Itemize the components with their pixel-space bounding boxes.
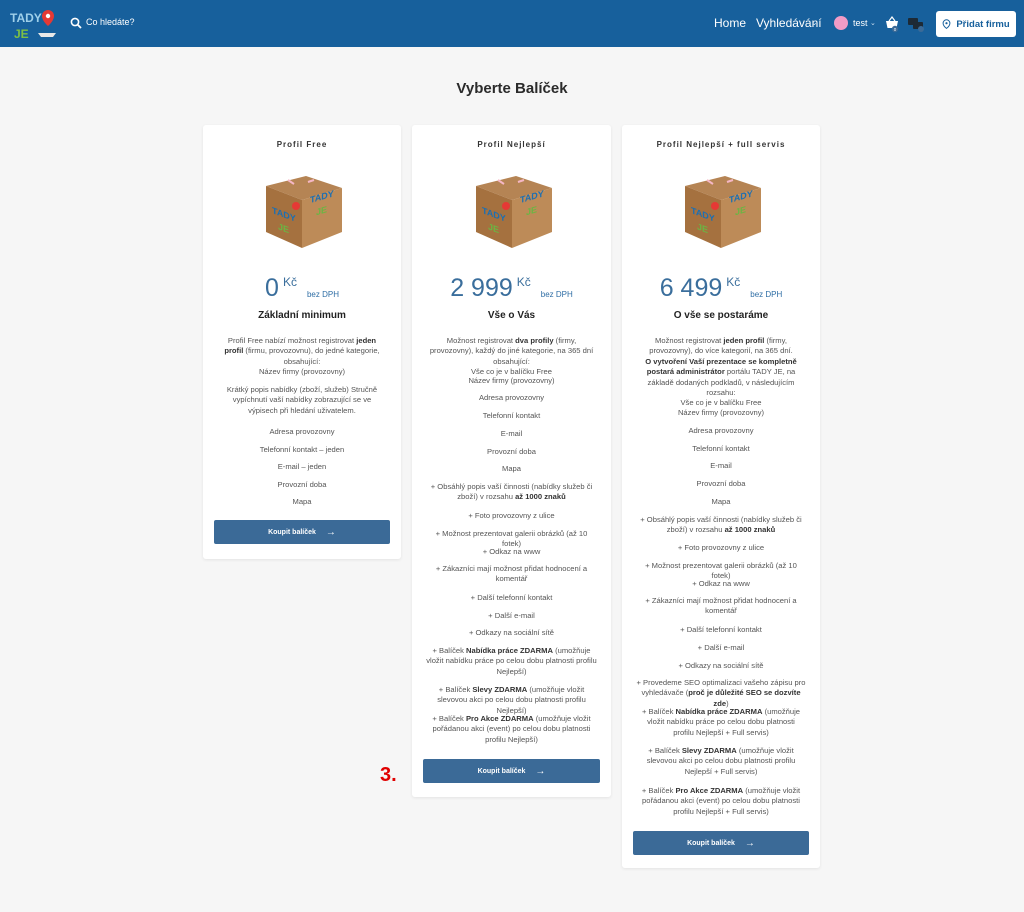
feature-item: Mapa [711, 497, 731, 506]
package-intro: Možnost registrovat jeden profil (firmy,… [645, 336, 797, 408]
price-row: 2 999 Kč bez DPH [412, 273, 611, 303]
feature-item: + Odkaz na www [482, 547, 541, 556]
feature-item: E-mail [500, 429, 523, 438]
package-title: Profil Nejlepší [477, 140, 546, 149]
arrow-right-icon: → [325, 526, 336, 538]
feature-item: + Foto provozovny z ulice [468, 511, 555, 520]
feature-item: Provozní doba [696, 479, 746, 488]
nav-home-link[interactable]: Home [714, 16, 746, 30]
feature-item: + Obsáhlý popis vaší činnosti (nabídky s… [430, 482, 593, 502]
price-row: 0 Kč bez DPH [203, 273, 401, 303]
price-currency: Kč [282, 275, 297, 289]
price-value: 0 [265, 274, 279, 302]
package-subtitle: Základní minimum [258, 310, 346, 321]
feature-item: + Zákazníci mají možnost přidat hodnocen… [645, 596, 797, 616]
package-card-free: Profil Free TADY JE TADY JE 0 Kč bez DPH… [203, 125, 401, 559]
buy-button-label: Koupit balíček [687, 839, 735, 847]
add-company-button[interactable]: Přidat firmu [936, 11, 1016, 37]
user-avatar[interactable] [834, 16, 848, 30]
page-title: Vyberte Balíček [456, 80, 568, 97]
feature-item: + Další e-mail [697, 643, 745, 652]
map-pin-icon [942, 19, 951, 29]
logo-text-top: TADY [10, 11, 42, 25]
feature-item: + Provedeme SEO optimalizaci vašeho zápi… [636, 678, 806, 708]
price-value: 2 999 [450, 274, 513, 302]
price-vat-note: bez DPH [750, 290, 783, 299]
top-navbar: TADY JE Co hledáte? Home Vyhledávání ⌄ t… [0, 0, 1024, 47]
package-intro: Možnost registrovat dva profily (firmy, … [429, 336, 594, 377]
feature-item: + Balíček Pro Akce ZDARMA (umožňuje vlož… [641, 786, 801, 816]
basket-icon[interactable]: 0 [884, 15, 900, 33]
feature-item: Telefonní kontakt – jeden [259, 445, 345, 454]
price-currency: Kč [516, 275, 531, 289]
buy-package-button[interactable]: Koupit balíček → [214, 520, 390, 544]
package-card-full-service: Profil Nejlepší + full servis TADY JE TA… [622, 125, 820, 868]
feature-item: + Odkaz na www [692, 579, 750, 588]
package-subtitle: Vše o Vás [487, 310, 536, 321]
feature-item: + Balíček Pro Akce ZDARMA (umožňuje vlož… [432, 714, 591, 744]
feature-item: Mapa [502, 464, 521, 473]
add-company-label: Přidat firmu [956, 18, 1010, 30]
chevron-down-icon: ⌄ [811, 18, 818, 27]
feature-item: Provozní doba [277, 480, 327, 489]
feature-item: + Odkazy na sociální sítě [678, 661, 764, 670]
package-intro: Profil Free nabízí možnost registrovat j… [224, 336, 380, 377]
search-icon[interactable] [70, 17, 82, 29]
feature-item: + Další telefonní kontakt [470, 593, 553, 602]
feature-item: E-mail [710, 461, 732, 470]
feature-item: + Další telefonní kontakt [680, 625, 762, 634]
feature-item: + Další e-mail [488, 611, 535, 620]
package-card-best: Profil Nejlepší TADY JE TADY JE 2 999 Kč… [412, 125, 611, 797]
arrow-right-icon: → [744, 837, 755, 849]
buy-button-label: Koupit balíček [268, 528, 316, 536]
feature-item: Adresa provozovny [269, 427, 335, 436]
package-box-image: TADY JE TADY JE [266, 176, 342, 248]
feature-item: Telefonní kontakt [482, 411, 541, 420]
feature-item: + Odkazy na sociální sítě [468, 628, 555, 637]
feature-item: + Obsáhlý popis vaší činnosti (nabídky s… [640, 515, 802, 535]
chevron-down-icon: ⌄ [870, 20, 876, 27]
price-currency: Kč [726, 275, 741, 289]
feature-item: + Balíček Nabídka práce ZDARMA (umožňuje… [426, 646, 597, 676]
buy-package-button[interactable]: Koupit balíček → [633, 831, 809, 855]
search-trigger[interactable]: Co hledáte? [86, 17, 135, 27]
feature-item: + Balíček Slevy ZDARMA (umožňuje vložit … [437, 685, 586, 715]
buy-button-label: Koupit balíček [477, 767, 526, 775]
user-name[interactable]: test [853, 18, 868, 28]
package-subtitle: O vše se postaráme [673, 310, 769, 321]
feature-item: Mapa [292, 497, 312, 506]
step-annotation: 3. [380, 764, 397, 786]
package-box-image: TADY JE TADY JE [475, 176, 552, 248]
package-title: Profil Free [276, 140, 328, 149]
tadyje-logo[interactable]: TADY JE [8, 8, 60, 42]
feature-item: Název firmy (provozovny) [677, 408, 765, 417]
price-row: 6 499 Kč bez DPH [622, 273, 820, 303]
feature-item: + Balíček Slevy ZDARMA (umožňuje vložit … [646, 746, 796, 776]
feature-item: Adresa provozovny [688, 426, 754, 435]
package-box-image: TADY JE TADY JE [685, 176, 761, 248]
feature-item: Krátký popis nabídky (zboží, služeb) Str… [226, 385, 378, 415]
price-vat-note: bez DPH [306, 290, 339, 299]
feature-item: Telefonní kontakt [692, 444, 750, 453]
buy-package-button[interactable]: Koupit balíček → [423, 759, 600, 783]
feature-item: + Foto provozovny z ulice [677, 543, 765, 552]
logo-text-bottom: JE [14, 27, 29, 41]
chat-icon[interactable] [907, 15, 925, 33]
feature-item: Název firmy (provozovny) [468, 376, 555, 385]
feature-item: Adresa provozovny [478, 393, 544, 402]
package-title: Profil Nejlepší + full servis [656, 140, 786, 149]
price-value: 6 499 [659, 274, 723, 302]
arrow-right-icon: → [535, 765, 546, 777]
feature-item: Provozní doba [487, 447, 536, 456]
feature-item: + Balíček Nabídka práce ZDARMA (umožňuje… [641, 707, 801, 737]
feature-item: E-mail – jeden [277, 462, 327, 471]
feature-item: + Zákazníci mají možnost přidat hodnocen… [435, 564, 588, 584]
price-vat-note: bez DPH [540, 290, 573, 299]
